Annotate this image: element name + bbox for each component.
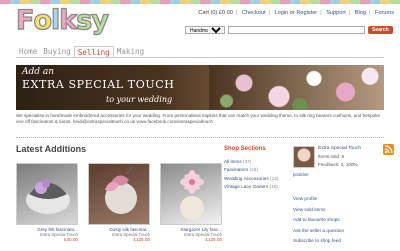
banner-line-1: Add an [22,67,55,77]
section-item[interactable]: Fascinators (15) [224,166,278,174]
checkout-link[interactable]: Checkout [242,10,266,16]
cart-link[interactable]: Cart (0) £0.00 [198,10,233,16]
shop-sections-heading: Shop Sections [224,146,266,152]
logo-letter: o [33,5,53,36]
shop-owner-name[interactable]: Extra Special Touch [318,146,361,151]
ask-seller-link[interactable]: Ask the seller a question [293,226,344,237]
search-input[interactable] [228,26,365,34]
section-label[interactable]: Fascinators [224,167,248,172]
feedback-score: Feedback: 3, 100% [318,162,358,167]
dotted-divider [16,137,384,138]
product-price: £125.00 [133,237,150,242]
login-link[interactable]: Login [275,10,289,16]
tabs-divider [16,57,384,58]
support-link[interactable]: Support [326,10,346,16]
subscribe-feed-link[interactable]: Subscribe to shop feed [293,236,344,247]
shop-owner-links: View profile View sold items Add to favo… [293,194,344,247]
section-count: (15) [249,167,258,173]
banner-line-2: EXTRA SPECIAL TOUCH [22,78,175,91]
shop-owner-avatar[interactable] [293,146,315,168]
product-price: £125.00 [205,237,222,242]
section-label[interactable]: Vintage Lace Garters [224,184,268,189]
section-item[interactable]: Wedding Accessories (12) [224,175,278,183]
banner-flowers-image [209,65,384,110]
top-decorative-stripe [0,0,400,4]
product-card[interactable]: Stargazer Lily fasc... Extra Special Tou… [160,163,222,242]
latest-additions-heading: Latest Additions [16,144,87,154]
logo-letter: l [50,5,61,36]
search-category-select[interactable]: Handmade [185,26,225,34]
product-image[interactable] [160,163,222,225]
section-label[interactable]: All items [224,159,242,164]
view-profile-link[interactable]: View profile [293,194,344,205]
rss-icon[interactable] [383,144,394,155]
search-button[interactable]: Search [368,26,393,34]
feedback-positive-label[interactable]: positive [293,172,309,177]
product-image[interactable] [88,163,150,225]
logo-letter: k [59,5,78,36]
shop-sections-list: All items (37) Fascinators (15) Wedding … [224,158,278,191]
add-to-favourites-link[interactable]: Add to favourite shops [293,215,344,226]
section-count: (37) [243,159,252,164]
section-label[interactable]: Wedding Accessories [224,176,269,181]
section-count: (10) [269,183,278,189]
or-text: or [289,10,295,16]
register-link[interactable]: Register [296,10,317,16]
top-links: Cart (0) £0.00 | Checkout | Login or Regis… [198,10,394,16]
forums-link[interactable]: Forums [375,10,394,16]
banner-line-3: to your wedding [106,95,173,104]
items-sold-count: Items sold: 8 [318,154,345,159]
product-price: £40.00 [63,237,78,242]
folksy-logo[interactable]: F o l k sy [15,5,110,36]
product-card[interactable]: Grey felt fascinato... Extra Special Tou… [16,163,78,242]
section-item[interactable]: Vintage Lace Garters (10) [224,183,278,191]
view-sold-items-link[interactable]: View sold items [293,205,344,216]
section-count: (12) [270,175,279,181]
blog-link[interactable]: Blog [355,10,366,16]
logo-letter: sy [76,5,110,36]
logo-letter: F [15,5,35,36]
search-bar: Handmade Search [185,26,393,34]
shop-description: We specialise in handmade embroidered ac… [16,113,381,125]
shop-banner: Add an EXTRA SPECIAL TOUCH to your weddi… [16,65,384,110]
product-card[interactable]: Dusty silk fascinat... Extra Special Tou… [88,163,150,242]
product-image[interactable] [16,163,78,225]
section-item[interactable]: All items (37) [224,158,278,166]
